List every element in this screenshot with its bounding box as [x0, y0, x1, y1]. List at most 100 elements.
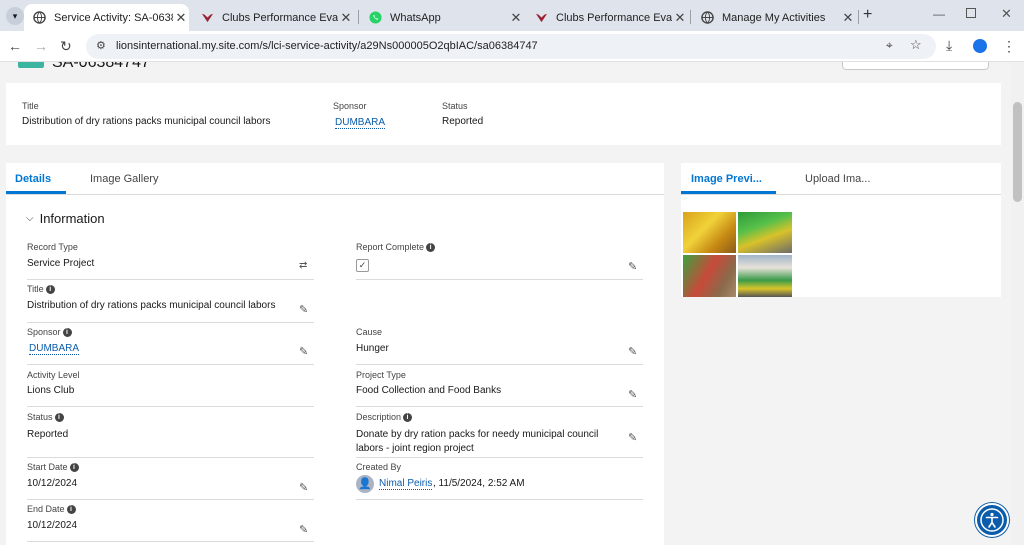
field-divider	[356, 406, 643, 407]
browser-tab-clubs-performance-1[interactable]: Clubs Performance Evaluatio ✕	[192, 4, 354, 31]
close-tab-icon[interactable]: ✕	[173, 10, 189, 26]
info-icon: i	[69, 463, 79, 472]
section-title: Information	[39, 211, 105, 226]
edit-pencil-icon[interactable]: ✎	[628, 260, 637, 273]
edit-pencil-icon[interactable]: ✎	[299, 345, 308, 358]
label-text: End Date	[27, 504, 65, 514]
image-thumbnail[interactable]	[738, 212, 792, 253]
field-value-end-date: 10/12/2024	[27, 520, 78, 531]
back-icon[interactable]: ←	[8, 39, 22, 53]
image-panel: Image Previ... Upload Ima...	[681, 163, 1001, 297]
edit-pencil-icon[interactable]: ✎	[299, 481, 308, 494]
edit-pencil-icon[interactable]: ✎	[628, 431, 637, 444]
label-text: Start Date	[27, 462, 68, 472]
field-label-report-complete: Report Complete i	[356, 242, 436, 252]
address-bar[interactable]: ⚙ lionsinternational.my.site.com/s/lci-s…	[86, 34, 936, 59]
edit-pencil-icon[interactable]: ✎	[628, 388, 637, 401]
details-panel: Details Image Gallery ⌵ Information Reco…	[6, 163, 664, 545]
new-tab-button[interactable]: +	[863, 6, 872, 24]
field-value-description-line2: labors - joint region project	[356, 443, 474, 454]
highlight-sponsor-link[interactable]: DUMBARA	[335, 117, 386, 129]
browser-tab-whatsapp[interactable]: WhatsApp ✕	[360, 4, 524, 31]
highlight-status-label: Status	[442, 101, 468, 111]
info-icon: i	[66, 505, 76, 514]
restore-icon[interactable]	[966, 8, 976, 18]
site-settings-icon[interactable]: ⚙	[96, 39, 106, 52]
field-divider	[356, 364, 643, 365]
close-tab-icon[interactable]: ✕	[840, 10, 856, 26]
whatsapp-icon	[368, 11, 382, 25]
report-complete-checkbox[interactable]: ✓	[356, 259, 369, 272]
edit-pencil-icon[interactable]: ✎	[299, 303, 308, 316]
page-scrollbar[interactable]	[1011, 62, 1024, 545]
close-tab-icon[interactable]: ✕	[508, 10, 524, 26]
image-thumbnail[interactable]	[683, 255, 736, 297]
more-menu-icon[interactable]: ⋮	[1002, 39, 1016, 53]
field-value-record-type: Service Project	[27, 258, 95, 269]
image-thumbnail[interactable]	[738, 255, 792, 297]
highlights-panel: Title Distribution of dry rations packs …	[6, 83, 1001, 145]
field-label-sponsor: Sponsor i	[27, 327, 72, 337]
field-value-start-date: 10/12/2024	[27, 478, 78, 489]
edit-pencil-icon[interactable]: ✎	[628, 345, 637, 358]
info-icon: i	[426, 243, 436, 252]
close-tab-icon[interactable]: ✕	[672, 10, 688, 26]
page-content: SA-06384747 Title Distribution of dry ra…	[0, 62, 1024, 545]
field-label-created-by: Created By	[356, 462, 402, 472]
browser-tab-manage-activities[interactable]: Manage My Activities ✕	[692, 4, 856, 31]
tab-title: Clubs Performance Evaluatio	[556, 11, 672, 24]
tab-search-icon[interactable]: ▾	[6, 7, 24, 25]
field-label-cause: Cause	[356, 327, 383, 337]
label-text: Description	[356, 412, 402, 422]
info-icon: i	[403, 413, 413, 422]
change-record-type-icon[interactable]: ⇄	[299, 260, 307, 271]
profile-avatar[interactable]	[973, 39, 987, 53]
field-value-title: Distribution of dry rations packs munici…	[27, 300, 276, 311]
tab-title: Manage My Activities	[722, 11, 826, 24]
tab-title: Clubs Performance Evaluatio	[222, 11, 338, 24]
location-icon[interactable]: ⌖	[886, 38, 893, 53]
label-text: Report Complete	[356, 242, 425, 252]
forward-icon[interactable]: →	[34, 39, 48, 53]
tab-separator	[858, 10, 859, 24]
tab-title: Service Activity: SA-0638474	[54, 11, 173, 24]
section-toggle[interactable]: ⌵ Information	[26, 211, 105, 226]
label-text: Sponsor	[27, 327, 61, 337]
accessibility-icon	[980, 508, 1004, 532]
tab-divider	[681, 194, 1001, 195]
bookmark-star-icon[interactable]: ☆	[910, 37, 922, 53]
close-tab-icon[interactable]: ✕	[338, 10, 354, 26]
tab-divider	[6, 194, 664, 195]
download-icon[interactable]: ⤓	[946, 38, 952, 52]
browser-tab-strip: ▾ Service Activity: SA-0638474 ✕ Clubs P…	[0, 0, 1024, 31]
field-divider	[27, 279, 314, 280]
highlight-title-value: Distribution of dry rations packs munici…	[22, 116, 271, 127]
tab-title: WhatsApp	[390, 11, 441, 24]
edit-pencil-icon[interactable]: ✎	[299, 523, 308, 536]
created-by-user-link[interactable]: Nimal Peiris	[379, 478, 433, 490]
tab-image-preview[interactable]: Image Previ...	[691, 173, 762, 185]
tab-upload-images[interactable]: Upload Ima...	[805, 173, 870, 185]
scrollbar-thumb[interactable]	[1013, 102, 1022, 202]
record-id: SA-06384747	[52, 62, 150, 71]
field-link-sponsor[interactable]: DUMBARA	[29, 343, 80, 355]
browser-tab-clubs-performance-2[interactable]: Clubs Performance Evaluatio ✕	[526, 4, 688, 31]
header-actions[interactable]	[842, 62, 989, 70]
reload-icon[interactable]: ↻	[60, 39, 72, 53]
minimize-icon[interactable]: —	[933, 7, 945, 21]
close-window-icon[interactable]: ✕	[1001, 6, 1012, 22]
field-divider	[27, 541, 314, 542]
tab-image-gallery[interactable]: Image Gallery	[90, 173, 158, 185]
browser-toolbar: ← → ↻ ⚙ lionsinternational.my.site.com/s…	[0, 31, 1024, 62]
accessibility-button[interactable]	[975, 503, 1009, 537]
info-icon: i	[62, 328, 72, 337]
image-thumbnail[interactable]	[683, 212, 736, 253]
tab-separator	[690, 10, 691, 24]
tab-details[interactable]: Details	[15, 173, 51, 185]
browser-tab-service-activity[interactable]: Service Activity: SA-0638474 ✕	[24, 4, 189, 31]
record-icon	[18, 62, 44, 68]
highlight-sponsor-label: Sponsor	[333, 101, 367, 111]
user-avatar: 👤	[356, 475, 374, 493]
field-divider	[27, 322, 314, 323]
field-label-end-date: End Date i	[27, 504, 76, 514]
